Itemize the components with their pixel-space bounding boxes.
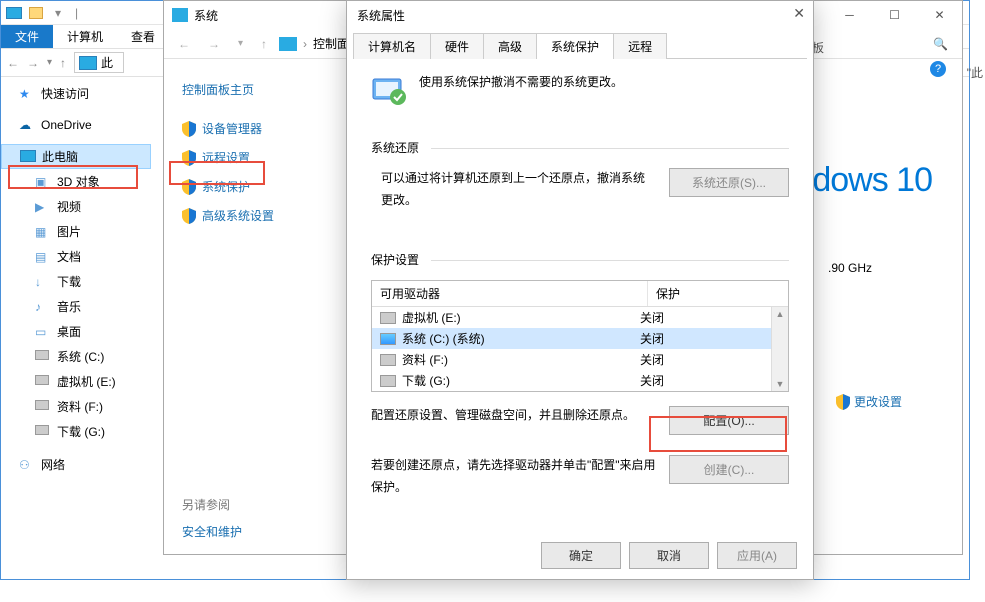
pc-icon xyxy=(279,37,297,51)
ribbon-tab-computer[interactable]: 计算机 xyxy=(53,25,117,48)
nav-back-icon[interactable]: ← xyxy=(172,37,196,51)
drive-row[interactable]: 虚拟机 (E:)关闭 xyxy=(372,307,788,328)
explorer-tree: ★快速访问 ☁OneDrive 此电脑 ▣3D 对象 ▶视频 ▦图片 ▤文档 ↓… xyxy=(1,81,151,477)
shield-icon xyxy=(182,208,196,224)
tree-drive-c[interactable]: 系统 (C:) xyxy=(1,344,151,369)
cp-see-also: 另请参阅 安全和维护 xyxy=(182,496,242,540)
minimize-button[interactable]: ─ xyxy=(827,1,872,29)
tab-advanced[interactable]: 高级 xyxy=(483,33,537,59)
tree-network[interactable]: ⚇网络 xyxy=(1,452,151,477)
nav-back-icon[interactable]: ← xyxy=(7,56,19,70)
tab-computer-name[interactable]: 计算机名 xyxy=(353,33,431,59)
sidebar-device-manager[interactable]: 设备管理器 xyxy=(182,114,322,143)
drive-table: 可用驱动器 保护 虚拟机 (E:)关闭 系统 (C:) (系统)关闭 资料 (F… xyxy=(371,280,789,392)
shield-icon xyxy=(836,394,850,410)
intro-text: 使用系统保护撤消不需要的系统更改。 xyxy=(419,73,623,90)
tab-remote[interactable]: 远程 xyxy=(613,33,667,59)
create-description: 若要创建还原点，请先选择驱动器并单击"配置"来启用保护。 xyxy=(371,455,657,498)
group-protection-settings: 保护设置 xyxy=(371,251,789,268)
nav-down-icon[interactable]: ▾ xyxy=(47,57,52,68)
tree-drive-g[interactable]: 下载 (G:) xyxy=(1,419,151,444)
sidebar-home-link[interactable]: 控制面板主页 xyxy=(182,81,322,98)
cancel-button[interactable]: 取消 xyxy=(629,542,709,569)
tab-system-protection[interactable]: 系统保护 xyxy=(536,33,614,59)
shield-icon xyxy=(182,179,196,195)
tree-onedrive[interactable]: ☁OneDrive xyxy=(1,114,151,136)
restore-description: 可以通过将计算机还原到上一个还原点，撤消系统更改。 xyxy=(381,168,653,211)
breadcrumb-sep-icon: › xyxy=(303,37,307,51)
sidebar-system-protection[interactable]: 系统保护 xyxy=(182,172,322,201)
system-properties-dialog: 系统属性 ✕ 计算机名 硬件 高级 系统保护 远程 使用系统保护撤消不需要的系统… xyxy=(346,0,814,580)
nav-forward-icon[interactable]: → xyxy=(202,37,226,51)
dialog-title: 系统属性 xyxy=(357,7,405,24)
maximize-button[interactable]: ☐ xyxy=(872,1,917,29)
tab-hardware[interactable]: 硬件 xyxy=(430,33,484,59)
see-also-security[interactable]: 安全和维护 xyxy=(182,523,242,540)
close-icon[interactable]: ✕ xyxy=(793,5,805,22)
search-icon[interactable]: 🔍 xyxy=(933,37,948,51)
close-button[interactable]: ✕ xyxy=(917,1,962,29)
cp-title: 系统 xyxy=(194,7,218,24)
cp-sidebar: 控制面板主页 设备管理器 远程设置 系统保护 高级系统设置 xyxy=(182,81,322,230)
shield-icon xyxy=(182,121,196,137)
nav-up-icon[interactable]: ↑ xyxy=(255,37,273,51)
tree-drive-e[interactable]: 虚拟机 (E:) xyxy=(1,369,151,394)
scroll-up-icon[interactable]: ▲ xyxy=(776,307,785,321)
ok-button[interactable]: 确定 xyxy=(541,542,621,569)
nav-down-icon[interactable]: ▾ xyxy=(232,38,249,49)
system-restore-button[interactable]: 系统还原(S)... xyxy=(669,168,789,197)
column-drives[interactable]: 可用驱动器 xyxy=(372,281,648,306)
tree-music[interactable]: ♪音乐 xyxy=(1,294,151,319)
drive-row[interactable]: 系统 (C:) (系统)关闭 xyxy=(372,328,788,349)
nav-forward-icon[interactable]: → xyxy=(27,56,39,70)
tree-quick-access[interactable]: ★快速访问 xyxy=(1,81,151,106)
system-protection-icon xyxy=(371,73,407,109)
dialog-body: 使用系统保护撤消不需要的系统更改。 系统还原 可以通过将计算机还原到上一个还原点… xyxy=(347,59,813,532)
tree-desktop[interactable]: ▭桌面 xyxy=(1,319,151,344)
dialog-footer: 确定 取消 应用(A) xyxy=(541,542,797,569)
shield-icon xyxy=(182,150,196,166)
tree-drive-f[interactable]: 资料 (F:) xyxy=(1,394,151,419)
create-button[interactable]: 创建(C)... xyxy=(669,455,789,484)
scroll-down-icon[interactable]: ▼ xyxy=(776,377,785,391)
tree-3d-objects[interactable]: ▣3D 对象 xyxy=(1,169,151,194)
pc-icon xyxy=(172,8,188,22)
sidebar-advanced-settings[interactable]: 高级系统设置 xyxy=(182,201,322,230)
change-settings-link[interactable]: 更改设置 xyxy=(836,393,902,410)
tree-videos[interactable]: ▶视频 xyxy=(1,194,151,219)
drive-row[interactable]: 下载 (G:)关闭 xyxy=(372,370,788,391)
address-text: 此 xyxy=(101,54,113,71)
group-system-restore: 系统还原 xyxy=(371,139,789,156)
dialog-tabs: 计算机名 硬件 高级 系统保护 远程 xyxy=(347,33,813,59)
tree-pictures[interactable]: ▦图片 xyxy=(1,219,151,244)
nav-up-icon[interactable]: ↑ xyxy=(60,56,66,70)
ribbon-tab-view[interactable]: 查看 xyxy=(117,25,169,48)
tree-this-pc[interactable]: 此电脑 xyxy=(1,144,151,169)
see-also-heading: 另请参阅 xyxy=(182,496,242,513)
drive-row[interactable]: 资料 (F:)关闭 xyxy=(372,349,788,370)
configure-description: 配置还原设置、管理磁盘空间，并且删除还原点。 xyxy=(371,406,657,423)
apply-button[interactable]: 应用(A) xyxy=(717,542,797,569)
dialog-titlebar: 系统属性 ✕ xyxy=(347,1,813,29)
breadcrumb-control-panel[interactable]: 控制面 xyxy=(313,35,349,52)
tree-documents[interactable]: ▤文档 xyxy=(1,244,151,269)
column-protection[interactable]: 保护 xyxy=(648,281,788,306)
qat-dropdown-icon[interactable]: ▾ xyxy=(49,4,67,22)
ribbon-tab-file[interactable]: 文件 xyxy=(1,25,53,48)
scrollbar[interactable]: ▲▼ xyxy=(771,307,788,391)
help-icon[interactable]: ? xyxy=(930,61,946,77)
tree-downloads[interactable]: ↓下载 xyxy=(1,269,151,294)
sidebar-remote-settings[interactable]: 远程设置 xyxy=(182,143,322,172)
pc-icon xyxy=(5,4,23,22)
pc-icon xyxy=(79,56,97,70)
configure-button[interactable]: 配置(O)... xyxy=(669,406,789,435)
folder-icon xyxy=(27,4,45,22)
cpu-ghz-text: .90 GHz xyxy=(828,261,872,275)
breadcrumb-truncated: "此 xyxy=(967,64,983,81)
